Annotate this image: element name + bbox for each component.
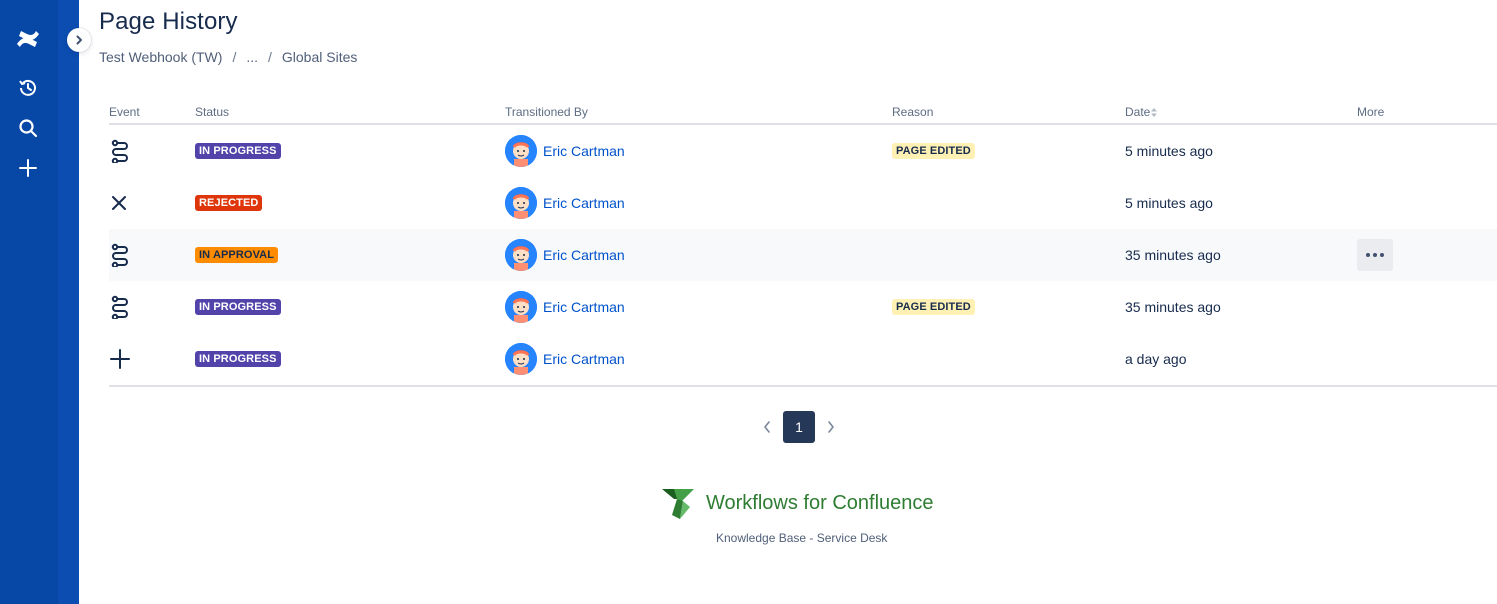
table-row: IN APPROVAL Eric Cartman 35 minutes ago (109, 229, 1497, 281)
breadcrumb-separator: / (268, 49, 272, 65)
table-row: REJECTED Eric Cartman 5 minutes ago (109, 177, 1497, 229)
table-row: IN PROGRESS Eric Cartman a day ago (109, 333, 1497, 385)
status-cell: IN PROGRESS (195, 281, 281, 333)
more-icon (1366, 253, 1384, 257)
user-link[interactable]: Eric Cartman (543, 299, 625, 315)
close-icon (109, 193, 129, 213)
table-row: IN PROGRESS Eric Cartman PAGE EDITED 35 min… (109, 281, 1497, 333)
sort-icon (1151, 107, 1158, 117)
user-link[interactable]: Eric Cartman (543, 351, 625, 367)
transitioned-by-cell: Eric Cartman (505, 177, 625, 229)
page-title: Page History (99, 8, 238, 35)
status-badge: IN PROGRESS (195, 351, 281, 367)
avatar[interactable] (505, 343, 537, 375)
user-link[interactable]: Eric Cartman (543, 143, 625, 159)
date-cell: 5 minutes ago (1125, 143, 1213, 159)
status-cell: IN PROGRESS (195, 333, 281, 385)
expand-sidebar-button[interactable] (67, 28, 91, 52)
history-table: Event Status Transitioned By Reason Date… (109, 98, 1497, 387)
table-bottom-border (109, 385, 1497, 387)
next-page-button[interactable] (819, 411, 843, 443)
chevron-left-icon (764, 421, 770, 433)
chevron-right-icon (76, 35, 82, 45)
status-cell: REJECTED (195, 177, 263, 229)
header-date-sort[interactable]: Date (1125, 105, 1158, 119)
event-cell (109, 229, 131, 281)
page-1-button[interactable]: 1 (783, 411, 815, 443)
header-reason: Reason (892, 105, 934, 119)
avatar[interactable] (505, 291, 537, 323)
reason-badge: PAGE EDITED (892, 299, 975, 315)
status-badge: IN PROGRESS (195, 299, 281, 315)
reason-cell: PAGE EDITED (892, 125, 975, 177)
table-row: IN PROGRESS Eric Cartman PAGE EDITED 5 minu… (109, 125, 1497, 177)
event-cell (109, 125, 131, 177)
transitioned-by-cell: Eric Cartman (505, 125, 625, 177)
status-badge: IN PROGRESS (195, 143, 281, 159)
breadcrumb-space[interactable]: Test Webhook (TW) (99, 49, 222, 65)
date-cell: a day ago (1125, 351, 1187, 367)
avatar[interactable] (505, 135, 537, 167)
previous-page-button[interactable] (755, 411, 779, 443)
user-link[interactable]: Eric Cartman (543, 247, 625, 263)
sidebar-resize-strip[interactable] (57, 0, 79, 604)
reason-cell: PAGE EDITED (892, 281, 975, 333)
status-badge: REJECTED (195, 195, 263, 211)
status-badge: IN APPROVAL (195, 247, 279, 263)
search-icon[interactable] (14, 114, 42, 142)
chevron-right-icon (828, 421, 834, 433)
status-cell: IN PROGRESS (195, 125, 281, 177)
event-cell (109, 177, 129, 229)
workflow-icon (109, 243, 131, 267)
date-cell: 35 minutes ago (1125, 299, 1221, 315)
workflow-icon (109, 295, 131, 319)
breadcrumb-page[interactable]: Global Sites (282, 49, 357, 65)
workflow-icon (109, 139, 131, 163)
avatar[interactable] (505, 239, 537, 271)
header-event: Event (109, 105, 140, 119)
confluence-logo-icon[interactable] (14, 25, 42, 53)
avatar[interactable] (505, 187, 537, 219)
date-cell: 35 minutes ago (1125, 247, 1221, 263)
footer-brand-name: Workflows for Confluence (706, 491, 934, 514)
date-cell: 5 minutes ago (1125, 195, 1213, 211)
workflows-logo-icon (662, 489, 694, 519)
header-status: Status (195, 105, 230, 119)
user-link[interactable]: Eric Cartman (543, 195, 625, 211)
more-cell (1357, 229, 1393, 281)
breadcrumb: Test Webhook (TW) / ... / Global Sites (99, 49, 357, 65)
create-plus-icon[interactable] (14, 154, 42, 182)
breadcrumb-separator: / (232, 49, 237, 65)
transitioned-by-cell: Eric Cartman (505, 229, 625, 281)
main-content: Page History Test Webhook (TW) / ... / G… (79, 0, 1497, 604)
event-cell (109, 333, 131, 385)
footer-brand-logo: Workflows for Confluence (660, 485, 934, 521)
header-more: More (1357, 105, 1385, 119)
header-date: Date (1125, 105, 1151, 119)
global-sidebar (0, 0, 57, 604)
breadcrumb-ellipsis[interactable]: ... (246, 49, 258, 65)
table-header: Event Status Transitioned By Reason Date… (109, 98, 1497, 125)
transitioned-by-cell: Eric Cartman (505, 281, 625, 333)
event-cell (109, 281, 131, 333)
reason-badge: PAGE EDITED (892, 143, 975, 159)
pagination: 1 (755, 411, 843, 443)
transitioned-by-cell: Eric Cartman (505, 333, 625, 385)
plus-icon (109, 348, 131, 370)
recent-history-icon[interactable] (14, 74, 42, 102)
status-cell: IN APPROVAL (195, 229, 279, 281)
header-transitioned-by: Transitioned By (505, 105, 588, 119)
knowledge-base-link[interactable]: Knowledge Base - Service Desk (716, 531, 887, 545)
more-actions-button[interactable] (1357, 239, 1393, 271)
